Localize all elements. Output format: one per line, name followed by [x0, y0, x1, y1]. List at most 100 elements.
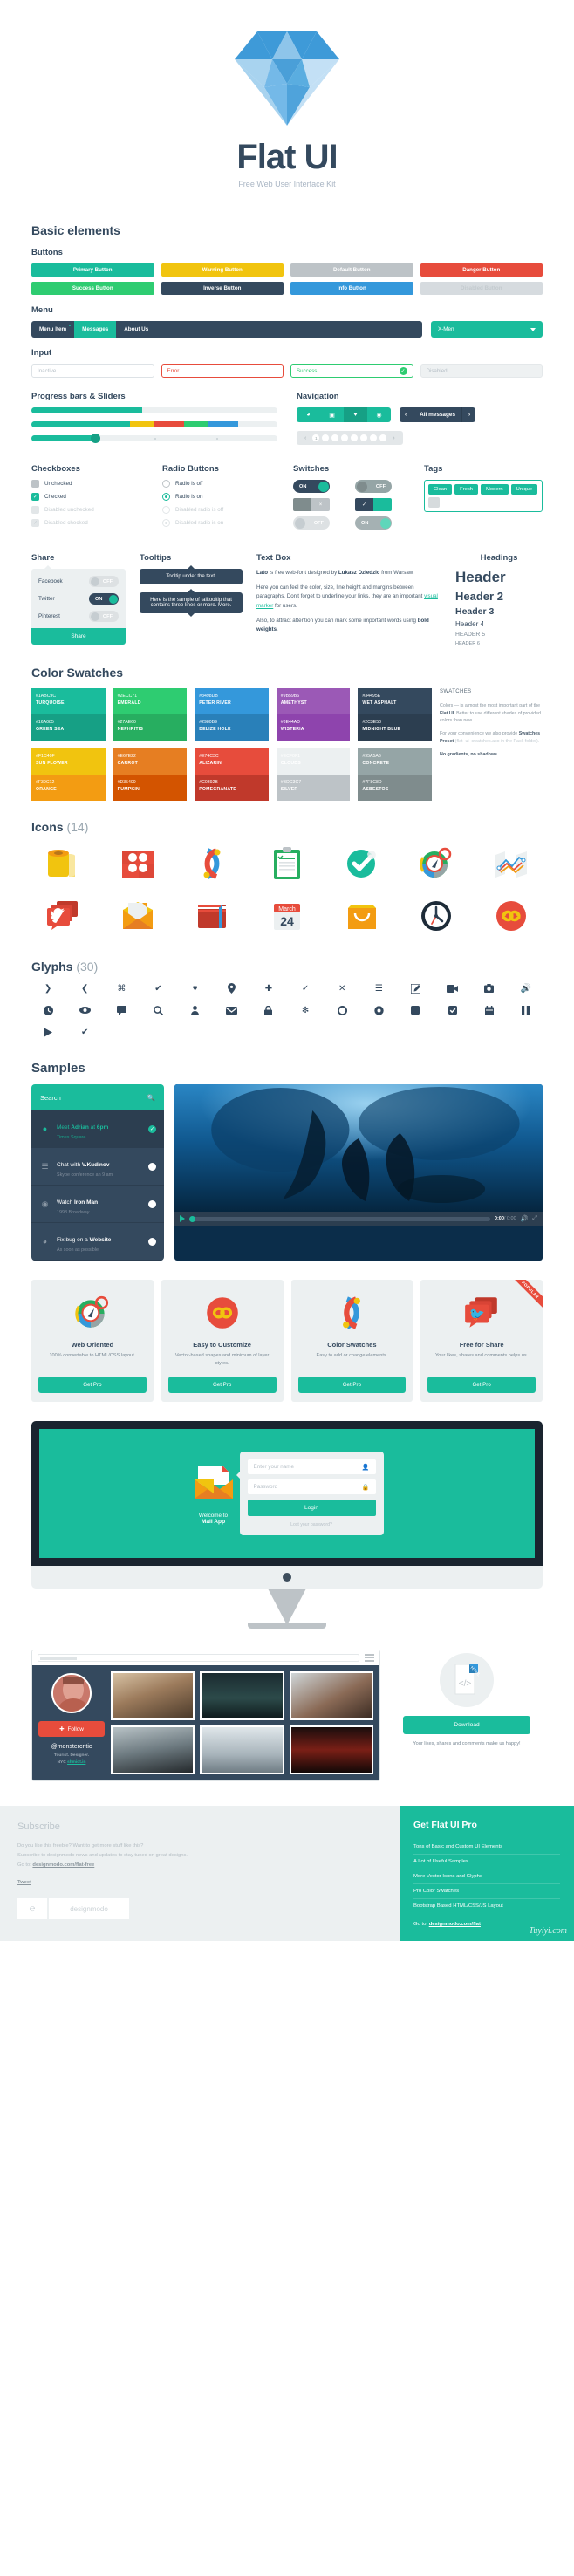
tag-clean[interactable]: Clean — [428, 484, 453, 495]
tag-input-box[interactable]: Clean Fresh Modern Unique + — [424, 480, 543, 512]
add-tag-button[interactable]: + — [428, 497, 441, 508]
browser-toolbar — [32, 1650, 379, 1665]
share-button[interactable]: Share — [31, 628, 126, 645]
refresh-cycle-icon — [181, 843, 243, 885]
task-item-watch-iron-man[interactable]: ◉ Watch Iron Man 1998 Broadway — [31, 1186, 164, 1223]
info-button[interactable]: Info Button — [290, 282, 413, 295]
task-item-meet-adrian[interactable]: ● Meet Adrian at 6pm Times Square ✓ — [31, 1110, 164, 1148]
default-button[interactable]: Default Button — [290, 263, 413, 277]
task-item-chat-kudinov[interactable]: ☰ Chat with V.Kudinov Skype conference a… — [31, 1148, 164, 1186]
login-button[interactable]: Login — [247, 1500, 376, 1516]
share-toggle-facebook[interactable]: OFF — [89, 576, 119, 587]
photo-thumbnail[interactable] — [111, 1671, 195, 1720]
flat-pro-link[interactable]: designmodo.com/flat — [429, 1922, 481, 1927]
password-field[interactable]: Password 🔒 — [247, 1479, 376, 1494]
next-arrow-icon[interactable]: › — [468, 412, 470, 418]
browser-menu-icon[interactable] — [365, 1654, 374, 1662]
pagination-page-1[interactable]: 1 — [312, 434, 320, 441]
lost-password-link[interactable]: Lost your password? — [248, 1522, 376, 1527]
warning-button[interactable]: Warning Button — [161, 263, 284, 277]
segment-clock-icon[interactable]: ◕ — [297, 407, 320, 422]
switch-handle — [108, 594, 118, 604]
switch-on-dark[interactable]: ON — [293, 480, 330, 493]
switch-square-off[interactable]: × — [293, 498, 330, 511]
photo-thumbnail[interactable] — [289, 1671, 373, 1720]
get-pro-button[interactable]: Get Pro — [297, 1377, 407, 1393]
tag-unique[interactable]: Unique — [510, 484, 538, 495]
flat-free-link[interactable]: designmodo.com/flat-free — [32, 1862, 94, 1868]
segment-heart-icon[interactable]: ♥ — [344, 407, 367, 422]
pagination-page[interactable] — [370, 434, 378, 441]
pagination-prev-icon[interactable]: ‹ — [301, 435, 310, 441]
range-slider[interactable] — [31, 434, 277, 443]
bio-link[interactable]: shmidt.in — [67, 1760, 85, 1765]
input-error[interactable]: Error — [161, 364, 284, 378]
username-field[interactable]: Enter your name 👤 — [247, 1459, 376, 1474]
inverse-button[interactable]: Inverse Button — [161, 282, 284, 295]
tag-modern[interactable]: Modern — [480, 484, 509, 495]
play-icon[interactable] — [180, 1215, 185, 1222]
tweet-link[interactable]: Tweet — [17, 1880, 31, 1885]
switch-off-light[interactable]: OFF — [293, 516, 330, 530]
pagination-page[interactable] — [331, 434, 339, 441]
input-inactive[interactable]: Inactive — [31, 364, 154, 378]
plus-icon: ✚ — [59, 1726, 65, 1732]
fullscreen-icon[interactable]: ⤢ — [532, 1215, 537, 1222]
photo-thumbnail[interactable] — [111, 1725, 195, 1774]
menu-item-menu-item[interactable]: Menu Item — [31, 321, 74, 338]
feature-title: Free for Share — [459, 1341, 504, 1349]
pagination-page[interactable] — [379, 434, 387, 441]
share-toggle-pinterest[interactable]: OFF — [89, 611, 119, 622]
menu-item-messages[interactable]: Messages — [74, 321, 117, 338]
search-icon[interactable]: 🔍 — [147, 1094, 155, 1102]
switch-off-gray[interactable]: OFF — [355, 480, 392, 493]
imac-chin — [31, 1566, 543, 1589]
pagination-page[interactable] — [341, 434, 349, 441]
photo-thumbnail[interactable] — [200, 1671, 284, 1720]
radio-off[interactable]: Radio is off — [162, 480, 281, 488]
pagination-next-icon[interactable]: › — [389, 435, 398, 441]
pagination-page[interactable] — [351, 434, 359, 441]
photo-thumbnail[interactable] — [289, 1725, 373, 1774]
task-item-fix-bug[interactable]: ◕ Fix bug on a Website As soon as possib… — [31, 1223, 164, 1261]
switch-on-light[interactable]: ON — [355, 516, 392, 530]
dropdown-select[interactable]: X-Men — [431, 321, 543, 338]
volume-icon[interactable]: 🔊 — [521, 1215, 529, 1222]
browser-url-bar[interactable] — [38, 1654, 359, 1662]
checkbox-unchecked[interactable]: Unchecked — [31, 480, 150, 488]
video-progress-knob[interactable] — [189, 1215, 195, 1222]
input-success[interactable]: Success ✓ — [290, 364, 413, 378]
pagination-page[interactable] — [322, 434, 330, 441]
get-pro-button[interactable]: Get Pro — [38, 1377, 147, 1393]
get-pro-button[interactable]: Get Pro — [167, 1377, 277, 1393]
download-button[interactable]: Download — [403, 1716, 530, 1734]
menu-item-about-us[interactable]: About Us — [116, 321, 156, 338]
video-poster-image[interactable] — [174, 1084, 543, 1212]
tag-fresh[interactable]: Fresh — [454, 484, 478, 495]
all-messages-nav[interactable]: ‹ All messages › — [400, 407, 476, 422]
task-toggle-icon[interactable] — [148, 1199, 156, 1208]
command-icon: ⌘ — [117, 983, 126, 994]
segment-camera-icon[interactable]: ▣ — [320, 407, 344, 422]
compass-icon — [38, 1292, 147, 1334]
compass-icon — [406, 843, 468, 885]
share-toggle-twitter[interactable]: ON — [89, 593, 119, 605]
get-pro-button[interactable]: Get Pro — [427, 1377, 536, 1393]
radio-on[interactable]: Radio is on — [162, 493, 281, 501]
input-row: Inactive Error Success ✓ Disabled — [31, 364, 543, 378]
photo-thumbnail[interactable] — [200, 1725, 284, 1774]
pagination-page[interactable] — [360, 434, 368, 441]
prev-arrow-icon[interactable]: ‹ — [405, 412, 407, 418]
segment-eye-icon[interactable]: ◉ — [367, 407, 391, 422]
success-button[interactable]: Success Button — [31, 282, 154, 295]
checkbox-checked[interactable]: ✓ Checked — [31, 493, 150, 501]
primary-button[interactable]: Primary Button — [31, 263, 154, 277]
task-toggle-icon[interactable] — [148, 1162, 156, 1171]
task-search-bar[interactable]: Search 🔍 — [31, 1084, 164, 1110]
video-progress-track[interactable] — [189, 1215, 490, 1222]
danger-button[interactable]: Danger Button — [420, 263, 543, 277]
follow-button[interactable]: ✚ Follow — [38, 1721, 105, 1737]
task-done-icon[interactable]: ✓ — [148, 1124, 156, 1133]
switch-square-on[interactable]: ✓ — [355, 498, 392, 511]
task-toggle-icon[interactable] — [148, 1237, 156, 1246]
